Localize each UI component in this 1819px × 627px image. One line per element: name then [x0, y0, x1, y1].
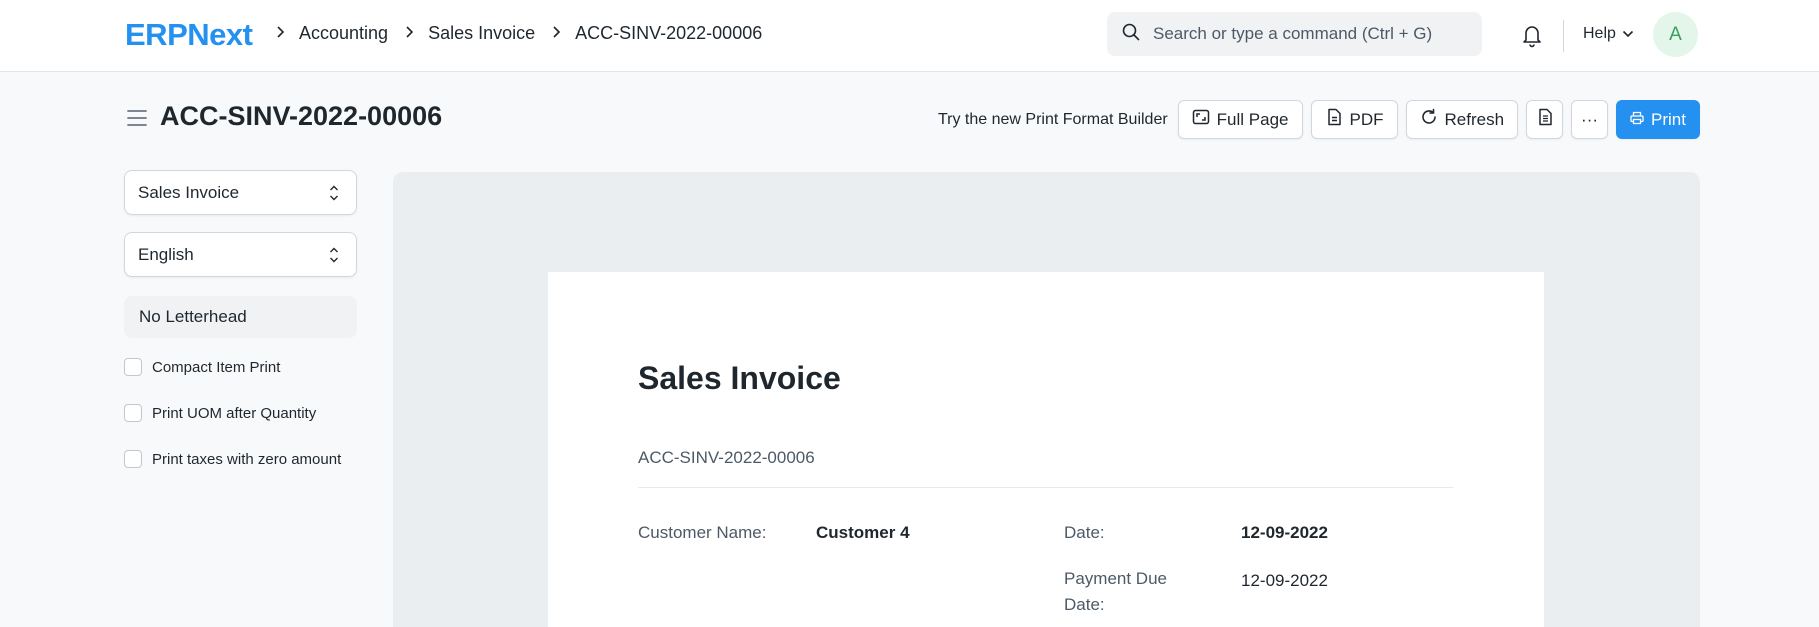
select-updown-icon: [329, 246, 339, 264]
print-settings-button[interactable]: [1526, 100, 1564, 139]
user-avatar[interactable]: A: [1653, 12, 1698, 57]
erpnext-logo[interactable]: ERPNext: [125, 17, 253, 53]
help-label: Help: [1583, 25, 1616, 42]
navbar: ERPNext Accounting Sales Invoice ACC-SIN…: [0, 0, 1819, 72]
chevron-right-icon: [394, 25, 424, 43]
print-format-value: Sales Invoice: [138, 182, 240, 202]
date-label: Date:: [1064, 523, 1105, 542]
search-icon: [1121, 22, 1141, 47]
more-label: ···: [1581, 109, 1599, 129]
customer-name-label: Customer Name:: [638, 523, 767, 542]
document-title: Sales Invoice: [638, 360, 841, 396]
more-actions-button[interactable]: ···: [1571, 100, 1609, 139]
breadcrumb-current-doc[interactable]: ACC-SINV-2022-00006: [575, 23, 762, 44]
select-updown-icon: [329, 184, 339, 202]
language-value: English: [138, 244, 194, 264]
full-page-label: Full Page: [1216, 109, 1289, 129]
checkbox[interactable]: [124, 404, 142, 422]
option-label: Print UOM after Quantity: [152, 404, 317, 422]
breadcrumb-sales-invoice[interactable]: Sales Invoice: [428, 23, 535, 44]
navbar-divider: [1563, 20, 1564, 52]
option-compact-item-print[interactable]: Compact Item Print: [124, 358, 280, 376]
help-dropdown[interactable]: Help: [1583, 25, 1634, 43]
chevron-down-icon: [1622, 25, 1634, 43]
page-title: ACC-SINV-2022-00006: [160, 101, 443, 131]
chevron-right-icon: [265, 25, 295, 43]
option-label: Compact Item Print: [152, 358, 281, 376]
date-value: 12-09-2022: [1241, 523, 1328, 542]
checkbox[interactable]: [124, 450, 142, 468]
checkbox[interactable]: [124, 358, 142, 376]
option-print-taxes-zero-amount[interactable]: Print taxes with zero amount: [124, 450, 341, 468]
option-label: Print taxes with zero amount: [152, 450, 342, 468]
language-select[interactable]: English: [124, 232, 357, 277]
refresh-button[interactable]: Refresh: [1405, 100, 1519, 139]
letterhead-value: No Letterhead: [139, 307, 247, 326]
payment-due-date-label-line1: Payment Due: [1064, 569, 1167, 588]
chevron-right-icon: [541, 25, 571, 43]
breadcrumb: Accounting Sales Invoice ACC-SINV-2022-0…: [265, 23, 762, 44]
divider: [638, 487, 1453, 488]
breadcrumb-accounting[interactable]: Accounting: [299, 23, 388, 44]
letterhead-field[interactable]: No Letterhead: [124, 296, 357, 338]
awesomebar-search[interactable]: [1107, 12, 1482, 56]
refresh-label: Refresh: [1444, 109, 1505, 129]
pdf-label: PDF: [1349, 109, 1384, 129]
payment-due-date-value: 12-09-2022: [1241, 571, 1328, 590]
customer-name-value: Customer 4: [816, 523, 910, 542]
pdf-button[interactable]: PDF: [1310, 100, 1398, 139]
try-print-format-builder-link[interactable]: Try the new Print Format Builder: [938, 111, 1168, 129]
payment-due-date-label: Payment Due Date:: [1064, 566, 1167, 618]
print-format-select[interactable]: Sales Invoice: [124, 170, 357, 215]
full-page-button[interactable]: Full Page: [1177, 100, 1303, 139]
print-button[interactable]: Print: [1616, 100, 1700, 139]
document-name: ACC-SINV-2022-00006: [638, 448, 815, 467]
print-label: Print: [1651, 109, 1686, 129]
document-icon: [1536, 108, 1554, 131]
print-preview-page: Sales Invoice ACC-SINV-2022-00006 Custom…: [548, 272, 1544, 627]
notification-bell-icon[interactable]: [1520, 22, 1544, 48]
search-input[interactable]: [1153, 24, 1473, 44]
refresh-icon: [1420, 108, 1438, 131]
option-print-uom-after-quantity[interactable]: Print UOM after Quantity: [124, 404, 316, 422]
payment-due-date-label-line2: Date:: [1064, 595, 1105, 614]
expand-icon: [1192, 108, 1210, 131]
printer-icon: [1630, 110, 1644, 130]
sidebar-toggle-icon[interactable]: [127, 109, 147, 127]
page-actions: Try the new Print Format Builder Full Pa…: [938, 100, 1700, 139]
file-icon: [1325, 108, 1343, 131]
